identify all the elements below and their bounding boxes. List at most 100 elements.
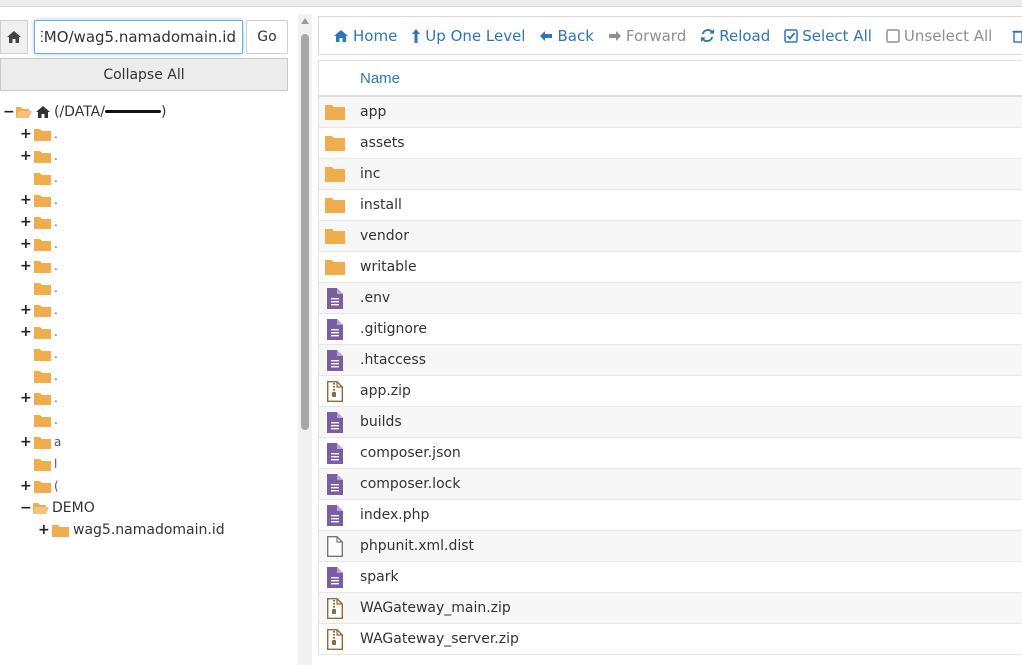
text-file-icon — [327, 349, 343, 371]
tree-item[interactable]: . — [0, 409, 290, 431]
file-row[interactable]: app — [319, 97, 1022, 128]
tree-item[interactable]: +. — [0, 211, 290, 233]
tree-item[interactable]: +. — [0, 189, 290, 211]
file-name[interactable]: inc — [360, 166, 380, 182]
file-name[interactable]: spark — [360, 569, 399, 585]
name-column-header[interactable]: Name — [360, 70, 400, 87]
expand-toggle[interactable]: + — [20, 192, 32, 208]
file-row[interactable]: .env — [319, 283, 1022, 314]
expand-toggle[interactable]: + — [20, 324, 32, 340]
tree-item[interactable]: . — [0, 343, 290, 365]
folder-icon — [34, 436, 51, 449]
go-button[interactable]: Go — [246, 20, 288, 54]
file-row[interactable]: index.php — [319, 500, 1022, 531]
tree-item[interactable]: + a — [0, 431, 290, 453]
file-name[interactable]: WAGateway_main.zip — [360, 600, 511, 616]
file-row[interactable]: .htaccess — [319, 345, 1022, 376]
unselect-all-button[interactable]: Unselect All — [886, 27, 992, 45]
expand-toggle[interactable]: + — [20, 258, 32, 274]
file-name[interactable]: assets — [360, 135, 405, 151]
tree-item[interactable]: +. — [0, 145, 290, 167]
tree-item[interactable]: +( — [0, 475, 290, 497]
file-row[interactable]: app.zip — [319, 376, 1022, 407]
tree-item-wag5[interactable]: + wag5.namadomain.id — [0, 519, 290, 541]
expand-toggle[interactable]: + — [20, 434, 32, 450]
blank-file-icon — [327, 535, 343, 557]
file-name[interactable]: .htaccess — [360, 352, 426, 368]
tree-item[interactable]: +. — [0, 123, 290, 145]
file-name[interactable]: install — [360, 197, 402, 213]
file-row[interactable]: builds — [319, 407, 1022, 438]
file-row[interactable]: writable — [319, 252, 1022, 283]
collapse-toggle[interactable]: − — [20, 500, 32, 516]
file-row[interactable]: assets — [319, 128, 1022, 159]
file-name[interactable]: app.zip — [360, 383, 411, 399]
tree-root[interactable]: − (/DATA/) — [0, 101, 290, 123]
up-one-level-button[interactable]: Up One Level — [411, 27, 525, 45]
file-name[interactable]: phpunit.xml.dist — [360, 538, 474, 554]
tree-item-label: . — [54, 413, 58, 427]
tree-root-label-prefix: (/DATA/ — [54, 104, 105, 120]
file-row[interactable]: WAGateway_main.zip — [319, 593, 1022, 624]
reload-icon — [701, 28, 715, 43]
collapse-all-button[interactable]: Collapse All — [0, 58, 288, 91]
tree-item-demo[interactable]: − DEMO — [0, 497, 290, 519]
expand-toggle[interactable]: + — [20, 148, 32, 164]
file-name[interactable]: writable — [360, 259, 417, 275]
tree-item-label: . — [54, 369, 58, 383]
file-table-header: Name — [319, 60, 1022, 97]
file-row[interactable]: spark — [319, 562, 1022, 593]
file-row[interactable]: composer.lock — [319, 469, 1022, 500]
expand-toggle[interactable]: + — [20, 126, 32, 142]
file-row[interactable]: vendor — [319, 221, 1022, 252]
file-row[interactable]: install — [319, 190, 1022, 221]
file-name[interactable]: index.php — [360, 507, 429, 523]
forward-button[interactable]: Forward — [608, 27, 686, 45]
tree-item[interactable]: l — [0, 453, 290, 475]
file-name[interactable]: composer.lock — [360, 476, 460, 492]
file-name[interactable]: .env — [360, 290, 390, 306]
file-name[interactable]: .gitignore — [360, 321, 427, 337]
reload-button[interactable]: Reload — [700, 27, 770, 45]
expand-toggle[interactable]: + — [20, 390, 32, 406]
file-name[interactable]: app — [360, 104, 386, 120]
expand-toggle[interactable]: + — [20, 478, 32, 494]
tree-root-label[interactable]: (/DATA/) — [54, 104, 166, 120]
reload-button-label: Reload — [719, 26, 771, 45]
expand-toggle[interactable]: + — [38, 522, 50, 538]
file-row[interactable]: composer.json — [319, 438, 1022, 469]
tree-item-label: . — [54, 325, 58, 339]
expand-toggle[interactable]: + — [20, 302, 32, 318]
tree-item[interactable]: . — [0, 277, 290, 299]
file-row[interactable]: phpunit.xml.dist — [319, 531, 1022, 562]
expand-toggle[interactable]: + — [20, 236, 32, 252]
tree-scrollbar[interactable] — [298, 14, 312, 665]
folder-icon — [34, 480, 51, 493]
file-name[interactable]: WAGateway_server.zip — [360, 631, 519, 647]
select-all-button[interactable]: Select All — [784, 27, 872, 45]
tree-item[interactable]: +. — [0, 321, 290, 343]
tree-item-label: . — [54, 237, 58, 251]
file-name[interactable]: composer.json — [360, 445, 461, 461]
file-row[interactable]: inc — [319, 159, 1022, 190]
tree-item[interactable]: . — [0, 167, 290, 189]
tree-item[interactable]: +. — [0, 255, 290, 277]
tree-item[interactable]: +. — [0, 387, 290, 409]
file-row[interactable]: .gitignore — [319, 314, 1022, 345]
tree-home-button[interactable] — [0, 20, 28, 54]
home-button[interactable]: Home — [333, 27, 397, 45]
file-name[interactable]: builds — [360, 414, 402, 430]
scrollbar-thumb[interactable] — [301, 34, 309, 430]
scroll-up-arrow-icon[interactable] — [301, 18, 309, 24]
file-name[interactable]: vendor — [360, 228, 409, 244]
tree-item[interactable]: +. — [0, 299, 290, 321]
tree-item[interactable]: . — [0, 365, 290, 387]
expand-toggle[interactable]: + — [20, 214, 32, 230]
file-row[interactable]: WAGateway_server.zip — [319, 624, 1022, 655]
view-trash-button[interactable] — [1012, 29, 1022, 43]
tree-item[interactable]: +. — [0, 233, 290, 255]
collapse-toggle[interactable]: − — [3, 104, 15, 120]
folder-icon — [52, 524, 69, 537]
back-button[interactable]: Back — [539, 27, 594, 45]
path-input[interactable] — [34, 20, 243, 54]
